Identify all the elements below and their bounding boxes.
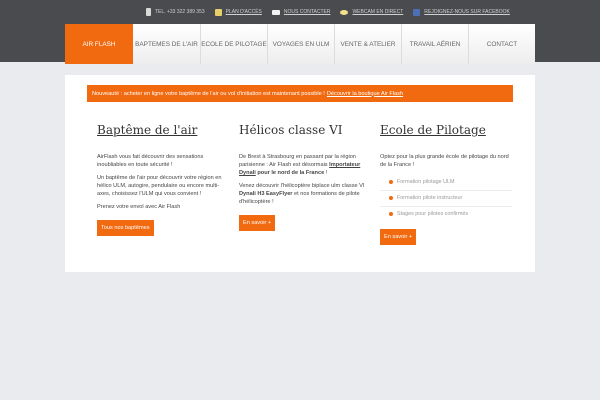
list-item-label: Formation pilote instructeur bbox=[397, 195, 463, 201]
webcam-link-text[interactable]: WEBCAM EN DIRECT bbox=[352, 9, 403, 15]
facebook-link[interactable]: REJOIGNEZ-NOUS SUR FACEBOOK bbox=[413, 8, 510, 16]
contact-link-text[interactable]: NOUS CONTACTER bbox=[284, 9, 331, 15]
nav-item-baptemes[interactable]: Baptemes de l'air bbox=[133, 24, 201, 64]
bullet-icon bbox=[389, 196, 393, 200]
nav-item-voyages-ulm[interactable]: Voyages en ULM bbox=[268, 24, 335, 64]
helicos-p2-text-a: Venez découvrir l'hélicoptère biplace ul… bbox=[239, 183, 365, 189]
helicos-p1-text-d: ! bbox=[325, 170, 328, 176]
nav-item-contact[interactable]: Contact bbox=[469, 24, 535, 64]
notice-text: Nouveauté : acheter en ligne votre baptê… bbox=[92, 90, 325, 97]
phone-info: TEL. +33 322 389 353 bbox=[146, 8, 205, 16]
helicos-more-button[interactable]: En savoir + bbox=[239, 215, 276, 231]
list-item-label: Formation pilotage ULM bbox=[397, 179, 455, 185]
helicos-paragraph-1: De Brest à Strasbourg en passant par la … bbox=[239, 153, 374, 177]
phone-icon bbox=[146, 8, 151, 16]
contact-link[interactable]: NOUS CONTACTER bbox=[271, 9, 331, 15]
helicos-column: Hélicos classe VI De Brest à Strasbourg … bbox=[239, 123, 374, 231]
helicos-title: Hélicos classe VI bbox=[239, 123, 343, 137]
ecole-list: Formation pilotage ULM Formation pilote … bbox=[380, 175, 512, 222]
dynali-h3-text: Dynali H3 EasyFlyer bbox=[239, 191, 293, 197]
webcam-icon bbox=[340, 9, 349, 15]
bullet-icon bbox=[389, 212, 393, 216]
nav-item-travail-aerien[interactable]: Travail aérien bbox=[402, 24, 469, 64]
mail-icon bbox=[271, 9, 280, 15]
bapteme-title[interactable]: Baptême de l'air bbox=[97, 123, 232, 137]
list-item[interactable]: Formation pilotage ULM bbox=[380, 175, 512, 191]
map-link[interactable]: PLAN D'ACCÈS bbox=[214, 8, 262, 16]
ecole-title[interactable]: Ecole de Pilotage bbox=[380, 123, 512, 137]
notice-banner: Nouveauté : acheter en ligne votre baptê… bbox=[87, 85, 513, 102]
map-icon bbox=[214, 8, 222, 16]
nav-item-ecole-pilotage[interactable]: Ecole de pilotage bbox=[201, 24, 268, 64]
helicos-paragraph-2: Venez découvrir l'hélicoptère biplace ul… bbox=[239, 182, 374, 206]
helicos-p1-text-c: pour le nord de la France bbox=[257, 170, 325, 176]
phone-text: TEL. +33 322 389 353 bbox=[155, 9, 205, 15]
ecole-paragraph: Optez pour la plus grande école de pilot… bbox=[380, 154, 509, 168]
facebook-link-text[interactable]: REJOIGNEZ-NOUS SUR FACEBOOK bbox=[424, 9, 510, 15]
bapteme-paragraph-3: Prenez votre envol avec Air Flash bbox=[97, 204, 181, 210]
list-item-label: Stages pour pilotes confirmés bbox=[397, 211, 469, 217]
bapteme-paragraph-1: AirFlash vous fait découvrir des sensati… bbox=[97, 154, 204, 168]
list-item[interactable]: Formation pilote instructeur bbox=[380, 191, 512, 207]
content-panel: Nouveauté : acheter en ligne votre baptê… bbox=[65, 75, 535, 272]
bapteme-paragraph-2: Un baptême de l'air pour découvrir votre… bbox=[97, 175, 222, 197]
ecole-column: Ecole de Pilotage Optez pour la plus gra… bbox=[380, 123, 512, 245]
top-links: TEL. +33 322 389 353 PLAN D'ACCÈS NOUS C… bbox=[146, 7, 520, 17]
main-nav: Air Flash Baptemes de l'air Ecole de pil… bbox=[65, 24, 535, 64]
notice-link[interactable]: Découvrir la boutique Air Flash bbox=[327, 91, 403, 97]
all-baptemes-button[interactable]: Tous nos baptêmes bbox=[97, 220, 154, 236]
ecole-more-button[interactable]: En savoir + bbox=[380, 229, 417, 245]
nav-item-air-flash[interactable]: Air Flash bbox=[65, 24, 133, 64]
map-link-text[interactable]: PLAN D'ACCÈS bbox=[226, 9, 262, 15]
list-item[interactable]: Stages pour pilotes confirmés bbox=[380, 207, 512, 222]
webcam-link[interactable]: WEBCAM EN DIRECT bbox=[340, 9, 403, 15]
bapteme-column: Baptême de l'air AirFlash vous fait déco… bbox=[97, 123, 232, 236]
facebook-icon bbox=[413, 8, 421, 16]
bullet-icon bbox=[389, 180, 393, 184]
nav-item-vente-atelier[interactable]: Vente & atelier bbox=[335, 24, 402, 64]
